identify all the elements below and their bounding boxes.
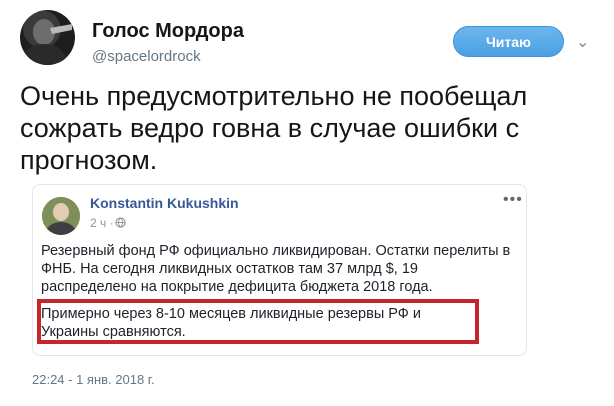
follow-button[interactable]: Читаю (453, 26, 564, 57)
embedded-post-time[interactable]: 2 ч · (90, 216, 114, 230)
author-name[interactable]: Голос Мордора (92, 20, 244, 43)
embedded-author-avatar[interactable] (42, 197, 80, 235)
avatar-image (22, 19, 72, 65)
embedded-avatar-image (42, 197, 80, 235)
highlighted-text: Примерно через 8-10 месяцев ликвидные ре… (41, 306, 421, 340)
tweet-header: Голос Мордора @spacelordrock Читаю ⌄ (20, 10, 600, 70)
chevron-down-icon[interactable]: ⌄ (576, 32, 589, 52)
author-handle[interactable]: @spacelordrock (92, 48, 201, 65)
more-dots-icon[interactable]: ••• (503, 191, 523, 209)
author-avatar[interactable] (20, 10, 75, 65)
embedded-post-card[interactable]: Konstantin Kukushkin 2 ч · ••• Резервный… (32, 184, 527, 356)
tweet-timestamp[interactable]: 22:24 - 1 янв. 2018 г. (32, 372, 155, 387)
globe-icon (115, 217, 126, 228)
embedded-post-body: Резервный фонд РФ официально ликвидирова… (41, 243, 511, 295)
tweet-text: Очень предусмотрительно не пообещал сожр… (20, 81, 528, 175)
embedded-author-name[interactable]: Konstantin Kukushkin (90, 195, 239, 211)
